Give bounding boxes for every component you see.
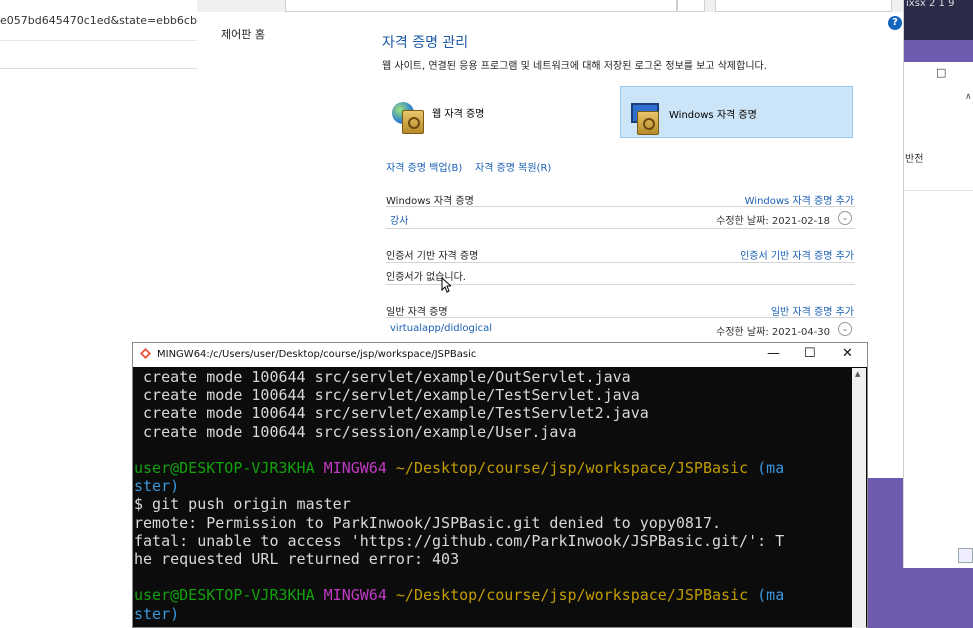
right-view-icon[interactable] — [958, 548, 973, 563]
web-credentials-label: 웹 자격 증명 — [432, 109, 485, 120]
add-generic-credential-link[interactable]: 일반 자격 증명 추가 — [771, 303, 854, 318]
prompt-branch: (ma — [757, 459, 785, 478]
terminal-scrollbar[interactable] — [852, 368, 866, 628]
terminal-line: create mode 100644 src/servlet/example/T… — [134, 404, 649, 423]
git-bash-logo-icon — [140, 348, 151, 359]
prompt-path: ~/Desktop/course/jsp/workspace/JSPBasic — [395, 586, 749, 605]
terminal-line: create mode 100644 src/servlet/example/O… — [134, 368, 631, 386]
terminal-title: MINGW64:/c/Users/user/Desktop/course/jsp… — [157, 349, 477, 360]
windows-credentials-label: Windows 자격 증명 — [669, 110, 757, 121]
help-icon[interactable]: ? — [888, 16, 902, 30]
terminal-command: $ git push origin master — [134, 495, 351, 514]
browser-url-text[interactable]: e057bd645470c1ed&state=ebb6cb29d — [0, 14, 218, 27]
no-certificates-text: 인증서가 없습니다. — [386, 272, 466, 283]
browser-divider — [0, 68, 200, 69]
page-description: 웹 사이트, 연결된 응용 프로그램 및 네트워크에 대해 저장된 로그온 정보… — [382, 61, 767, 72]
backup-credentials-link[interactable]: 자격 증명 백업(B) — [386, 159, 462, 174]
refresh-button[interactable] — [677, 0, 705, 12]
section-divider — [386, 206, 855, 207]
generic-credential-entry[interactable]: virtualapp/didlogical — [390, 323, 492, 334]
generic-credential-date: 수정한 날짜: 2021-04-30 — [716, 327, 830, 338]
terminal-line: remote: Permission to ParkInwook/JSPBasi… — [134, 513, 721, 532]
generic-credentials-heading: 일반 자격 증명 — [386, 307, 448, 318]
windows-credentials-heading: Windows 자격 증명 — [386, 196, 474, 207]
expand-chevron-icon[interactable]: ⌄ — [838, 322, 852, 336]
windows-credentials-tile[interactable]: Windows 자격 증명 — [620, 86, 853, 138]
scroll-up-icon[interactable]: ▲ — [855, 370, 860, 378]
right-collapse-icon[interactable]: ∧ — [965, 92, 972, 102]
page-title: 자격 증명 관리 — [382, 35, 469, 51]
terminal-line: create mode 100644 src/servlet/example/T… — [134, 386, 640, 405]
restore-credentials-link[interactable]: 자격 증명 복원(R) — [475, 159, 551, 174]
prompt-user: user@DESKTOP-VJR3KHA — [134, 459, 315, 478]
expand-chevron-icon[interactable]: ⌄ — [838, 211, 852, 225]
terminal-line: fatal: unable to access 'https://github.… — [134, 531, 785, 550]
certificate-credentials-heading: 인증서 기반 자격 증명 — [386, 251, 479, 262]
right-background-window — [903, 62, 973, 568]
windows-credential-date: 수정한 날짜: 2021-02-18 — [716, 216, 830, 227]
prompt-env: MINGW64 — [323, 586, 387, 605]
terminal-line: he requested URL returned error: 403 — [134, 550, 460, 569]
windows-vault-icon — [627, 97, 659, 135]
section-divider — [386, 262, 855, 263]
minimize-button[interactable]: — — [767, 346, 780, 361]
web-credentials-tile[interactable]: 웹 자격 증명 — [386, 86, 616, 138]
maximize-button[interactable]: ☐ — [804, 346, 816, 361]
add-windows-credential-link[interactable]: Windows 자격 증명 추가 — [745, 192, 854, 207]
right-divider — [903, 190, 973, 191]
row-divider — [386, 228, 855, 229]
close-button[interactable]: ✕ — [842, 346, 853, 361]
search-input[interactable] — [715, 0, 892, 12]
right-window-label: 반전 — [905, 154, 924, 165]
prompt-branch: ster) — [134, 604, 180, 623]
prompt-user: user@DESKTOP-VJR3KHA — [134, 586, 315, 605]
web-vault-icon — [392, 96, 424, 134]
prompt-env: MINGW64 — [323, 459, 387, 478]
windows-credential-entry[interactable]: 강사 — [390, 212, 408, 227]
section-divider — [386, 317, 855, 318]
address-bar[interactable] — [285, 0, 677, 12]
control-panel-home-link[interactable]: 제어판 홈 — [221, 26, 265, 42]
terminal-line: create mode 100644 src/session/example/U… — [134, 422, 577, 441]
prompt-path: ~/Desktop/course/jsp/workspace/JSPBasic — [395, 459, 749, 478]
row-divider — [386, 284, 855, 285]
prompt-branch: ster) — [134, 477, 180, 496]
terminal-output[interactable]: create mode 100644 src/servlet/example/O… — [134, 368, 852, 628]
prompt-branch: (ma — [757, 586, 785, 605]
right-top-text: ixsx 2 1 9 — [906, 0, 955, 9]
mouse-cursor-icon — [441, 277, 451, 293]
add-certificate-credential-link[interactable]: 인증서 기반 자격 증명 추가 — [740, 247, 854, 262]
right-maximize-icon[interactable]: □ — [936, 66, 946, 79]
